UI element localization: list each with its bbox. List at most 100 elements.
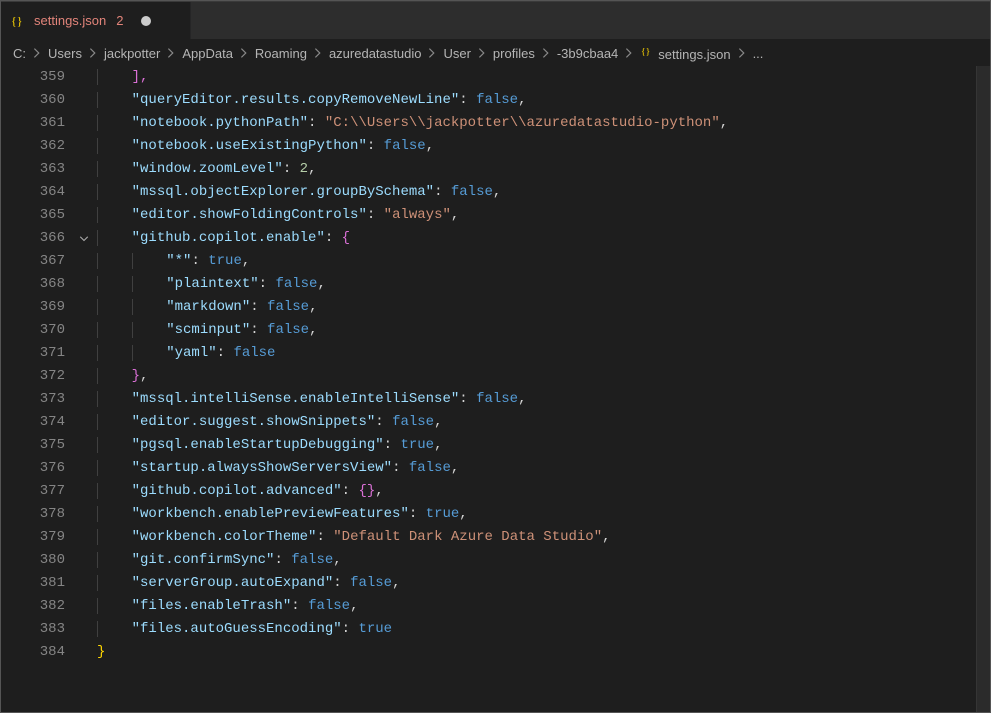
fold-cell bbox=[71, 250, 97, 273]
line-number: 360 bbox=[1, 89, 65, 112]
line-number: 362 bbox=[1, 135, 65, 158]
fold-cell bbox=[71, 388, 97, 411]
breadcrumb-item[interactable]: Users bbox=[48, 46, 82, 61]
breadcrumb-item[interactable]: profiles bbox=[493, 46, 535, 61]
code-line[interactable]: "workbench.colorTheme": "Default Dark Az… bbox=[97, 526, 990, 549]
fold-cell bbox=[71, 296, 97, 319]
code-line[interactable]: "yaml": false bbox=[97, 342, 990, 365]
code-line[interactable]: "git.confirmSync": false, bbox=[97, 549, 990, 572]
fold-cell bbox=[71, 89, 97, 112]
fold-cell bbox=[71, 641, 97, 664]
chevron-right-icon bbox=[735, 46, 749, 60]
breadcrumb-item[interactable]: C: bbox=[13, 46, 26, 61]
fold-cell bbox=[71, 480, 97, 503]
breadcrumb-item[interactable]: AppData bbox=[182, 46, 233, 61]
fold-cell bbox=[71, 457, 97, 480]
fold-cell bbox=[71, 503, 97, 526]
line-number: 361 bbox=[1, 112, 65, 135]
breadcrumb-item[interactable]: azuredatastudio bbox=[329, 46, 422, 61]
line-number: 376 bbox=[1, 457, 65, 480]
svg-text:{}: {} bbox=[641, 47, 650, 58]
line-number: 384 bbox=[1, 641, 65, 664]
fold-cell bbox=[71, 434, 97, 457]
code-line[interactable]: "editor.showFoldingControls": "always", bbox=[97, 204, 990, 227]
code-line[interactable]: ], bbox=[97, 66, 990, 89]
code-line[interactable]: }, bbox=[97, 365, 990, 388]
code-line[interactable]: "startup.alwaysShowServersView": false, bbox=[97, 457, 990, 480]
code-line[interactable]: "editor.suggest.showSnippets": false, bbox=[97, 411, 990, 434]
chevron-right-icon bbox=[86, 46, 100, 60]
code-line[interactable]: "markdown": false, bbox=[97, 296, 990, 319]
fold-cell bbox=[71, 365, 97, 388]
line-number: 373 bbox=[1, 388, 65, 411]
tab-bar: {} settings.json 2 bbox=[1, 2, 990, 40]
code-editor[interactable]: 3593603613623633643653663673683693703713… bbox=[1, 66, 990, 712]
code-line[interactable]: "plaintext": false, bbox=[97, 273, 990, 296]
tab-bar-empty bbox=[191, 2, 990, 39]
code-line[interactable]: "*": true, bbox=[97, 250, 990, 273]
code-line[interactable]: "notebook.pythonPath": "C:\\Users\\jackp… bbox=[97, 112, 990, 135]
fold-cell bbox=[71, 618, 97, 641]
breadcrumb-item[interactable]: ... bbox=[753, 46, 764, 61]
breadcrumb-item[interactable]: User bbox=[443, 46, 470, 61]
line-number: 369 bbox=[1, 296, 65, 319]
line-number-gutter: 3593603613623633643653663673683693703713… bbox=[1, 66, 71, 712]
code-line[interactable]: "pgsql.enableStartupDebugging": true, bbox=[97, 434, 990, 457]
line-number: 359 bbox=[1, 66, 65, 89]
code-line[interactable]: "mssql.objectExplorer.groupBySchema": fa… bbox=[97, 181, 990, 204]
tab-badge: 2 bbox=[116, 13, 123, 28]
json-file-icon: {} bbox=[640, 44, 656, 60]
code-content[interactable]: ], "queryEditor.results.copyRemoveNewLin… bbox=[97, 66, 990, 712]
line-number: 366 bbox=[1, 227, 65, 250]
line-number: 382 bbox=[1, 595, 65, 618]
line-number: 381 bbox=[1, 572, 65, 595]
fold-cell bbox=[71, 135, 97, 158]
code-line[interactable]: "queryEditor.results.copyRemoveNewLine":… bbox=[97, 89, 990, 112]
breadcrumb-bar: C: Users jackpotter AppData Roaming azuredata… bbox=[1, 40, 990, 66]
code-line[interactable]: "notebook.useExistingPython": false, bbox=[97, 135, 990, 158]
code-line[interactable]: } bbox=[97, 641, 990, 664]
line-number: 374 bbox=[1, 411, 65, 434]
fold-cell bbox=[71, 572, 97, 595]
code-line[interactable]: "scminput": false, bbox=[97, 319, 990, 342]
fold-cell bbox=[71, 66, 97, 89]
chevron-right-icon bbox=[622, 46, 636, 60]
line-number: 375 bbox=[1, 434, 65, 457]
fold-cell bbox=[71, 319, 97, 342]
minimap-slider[interactable] bbox=[976, 66, 990, 712]
tab-dirty-indicator[interactable] bbox=[141, 16, 151, 26]
svg-text:{}: {} bbox=[11, 14, 23, 28]
fold-column bbox=[71, 66, 97, 712]
chevron-right-icon bbox=[539, 46, 553, 60]
code-line[interactable]: "mssql.intelliSense.enableIntelliSense":… bbox=[97, 388, 990, 411]
breadcrumb-item[interactable]: {}settings.json bbox=[640, 44, 730, 62]
line-number: 368 bbox=[1, 273, 65, 296]
fold-cell bbox=[71, 526, 97, 549]
minimap[interactable] bbox=[976, 66, 990, 712]
code-line[interactable]: "github.copilot.advanced": {}, bbox=[97, 480, 990, 503]
fold-cell bbox=[71, 549, 97, 572]
breadcrumb-item[interactable]: Roaming bbox=[255, 46, 307, 61]
chevron-right-icon bbox=[237, 46, 251, 60]
tab-active[interactable]: {} settings.json 2 bbox=[1, 2, 191, 39]
code-line[interactable]: "window.zoomLevel": 2, bbox=[97, 158, 990, 181]
fold-cell bbox=[71, 411, 97, 434]
fold-cell bbox=[71, 112, 97, 135]
code-line[interactable]: "workbench.enablePreviewFeatures": true, bbox=[97, 503, 990, 526]
line-number: 379 bbox=[1, 526, 65, 549]
code-line[interactable]: "files.enableTrash": false, bbox=[97, 595, 990, 618]
fold-toggle-icon[interactable] bbox=[71, 227, 97, 250]
line-number: 372 bbox=[1, 365, 65, 388]
code-line[interactable]: "github.copilot.enable": { bbox=[97, 227, 990, 250]
line-number: 365 bbox=[1, 204, 65, 227]
fold-cell bbox=[71, 158, 97, 181]
line-number: 364 bbox=[1, 181, 65, 204]
json-file-icon: {} bbox=[11, 13, 27, 29]
breadcrumb-item[interactable]: jackpotter bbox=[104, 46, 160, 61]
code-line[interactable]: "files.autoGuessEncoding": true bbox=[97, 618, 990, 641]
line-number: 380 bbox=[1, 549, 65, 572]
line-number: 383 bbox=[1, 618, 65, 641]
line-number: 371 bbox=[1, 342, 65, 365]
breadcrumb-item[interactable]: -3b9cbaa4 bbox=[557, 46, 618, 61]
code-line[interactable]: "serverGroup.autoExpand": false, bbox=[97, 572, 990, 595]
